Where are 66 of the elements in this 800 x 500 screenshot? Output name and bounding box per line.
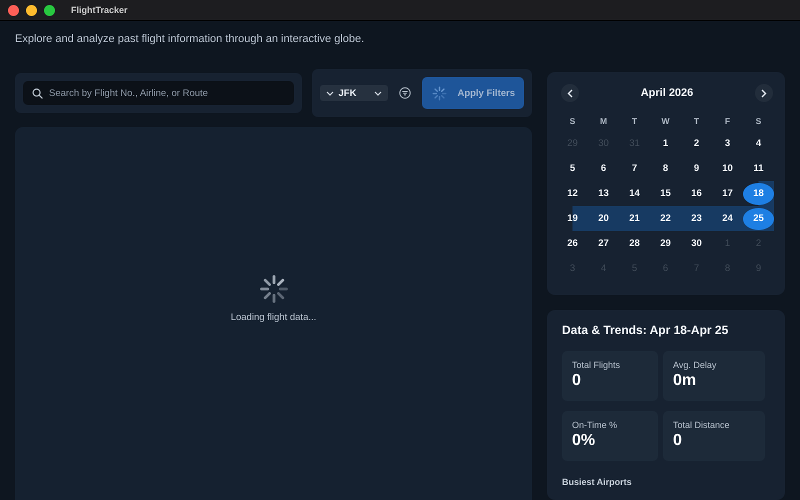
- calendar-day[interactable]: 3: [716, 132, 738, 154]
- calendar-day[interactable]: 9: [686, 158, 708, 180]
- weekday-label: M: [598, 115, 608, 128]
- zoom-window-button[interactable]: [44, 4, 55, 16]
- apply-filters-button[interactable]: Apply Filters: [422, 77, 524, 109]
- previous-month-button[interactable]: [561, 84, 579, 102]
- calendar-day[interactable]: 18: [743, 182, 774, 204]
- calendar-day[interactable]: 6: [592, 158, 614, 180]
- weekday-label: S: [754, 115, 762, 128]
- airport-select[interactable]: JFK: [320, 85, 388, 101]
- stat-label: Total Distance: [673, 420, 731, 430]
- weekday-label: F: [724, 115, 732, 128]
- stat-label: Avg. Delay: [673, 360, 718, 370]
- section-title: Busiest Airports: [562, 477, 633, 487]
- calendar-day[interactable]: 1: [654, 132, 676, 154]
- calendar-day[interactable]: 14: [624, 182, 646, 204]
- chevron-left-icon: [567, 88, 573, 98]
- weekday-label: T: [630, 115, 638, 128]
- calendar-day[interactable]: 26: [562, 232, 584, 254]
- chevron-down-icon: [374, 90, 382, 96]
- stat-value: 0%: [572, 432, 596, 450]
- calendar-day[interactable]: 19: [562, 208, 584, 230]
- calendar-day[interactable]: 12: [562, 182, 584, 204]
- stat-value: 0m: [673, 372, 698, 390]
- calendar-day[interactable]: 27: [592, 232, 614, 254]
- chevron-down-icon: [326, 90, 334, 96]
- weekday-label: W: [660, 115, 671, 128]
- next-month-button[interactable]: [755, 84, 773, 102]
- calendar-day[interactable]: 23: [686, 208, 708, 230]
- filter-icon: [399, 87, 412, 99]
- window-title: FlightTracker: [71, 5, 128, 15]
- calendar-day[interactable]: 13: [592, 182, 614, 204]
- trends-title: Data & Trends: Apr 18-Apr 25: [562, 323, 730, 337]
- calendar-day[interactable]: 10: [716, 158, 738, 180]
- calendar-day[interactable]: 11: [748, 158, 770, 180]
- calendar-day[interactable]: 17: [716, 182, 738, 204]
- stat-value: 0: [673, 432, 683, 450]
- calendar-day[interactable]: 20: [592, 208, 614, 230]
- calendar-day[interactable]: 29: [654, 232, 676, 254]
- month-title: April 2026: [640, 87, 694, 99]
- weekday-label: T: [692, 115, 700, 128]
- weekday-label: S: [568, 115, 576, 128]
- calendar-day[interactable]: 24: [716, 208, 738, 230]
- calendar-day[interactable]: 7: [624, 158, 646, 180]
- calendar-day[interactable]: 16: [686, 182, 708, 204]
- stat-label: Total Flights: [572, 360, 622, 370]
- calendar-day[interactable]: 4: [748, 132, 770, 154]
- search-icon: [32, 88, 43, 98]
- calendar-day[interactable]: 25: [743, 208, 774, 230]
- calendar-day[interactable]: 8: [654, 158, 676, 180]
- calendar-day[interactable]: 2: [686, 132, 708, 154]
- close-window-button[interactable]: [8, 4, 19, 16]
- loading-spinner-icon: [258, 274, 288, 304]
- chevron-right-icon: [761, 88, 767, 98]
- calendar-day[interactable]: 15: [654, 182, 676, 204]
- calendar-day[interactable]: 22: [654, 208, 676, 230]
- calendar-day[interactable]: 28: [624, 232, 646, 254]
- calendar-day[interactable]: 30: [686, 232, 708, 254]
- calendar-day[interactable]: 5: [562, 158, 584, 180]
- calendar-day[interactable]: 21: [624, 208, 646, 230]
- stat-value: 0: [572, 372, 582, 390]
- stat-label: On-Time %: [572, 420, 618, 430]
- minimize-window-button[interactable]: [26, 4, 37, 16]
- search-field[interactable]: Search by Flight No., Airline, or Route: [23, 81, 294, 105]
- loading-text: Loading flight data...: [230, 312, 316, 323]
- page-subtitle: Explore and analyze past flight information through an interactive globe.: [15, 33, 366, 45]
